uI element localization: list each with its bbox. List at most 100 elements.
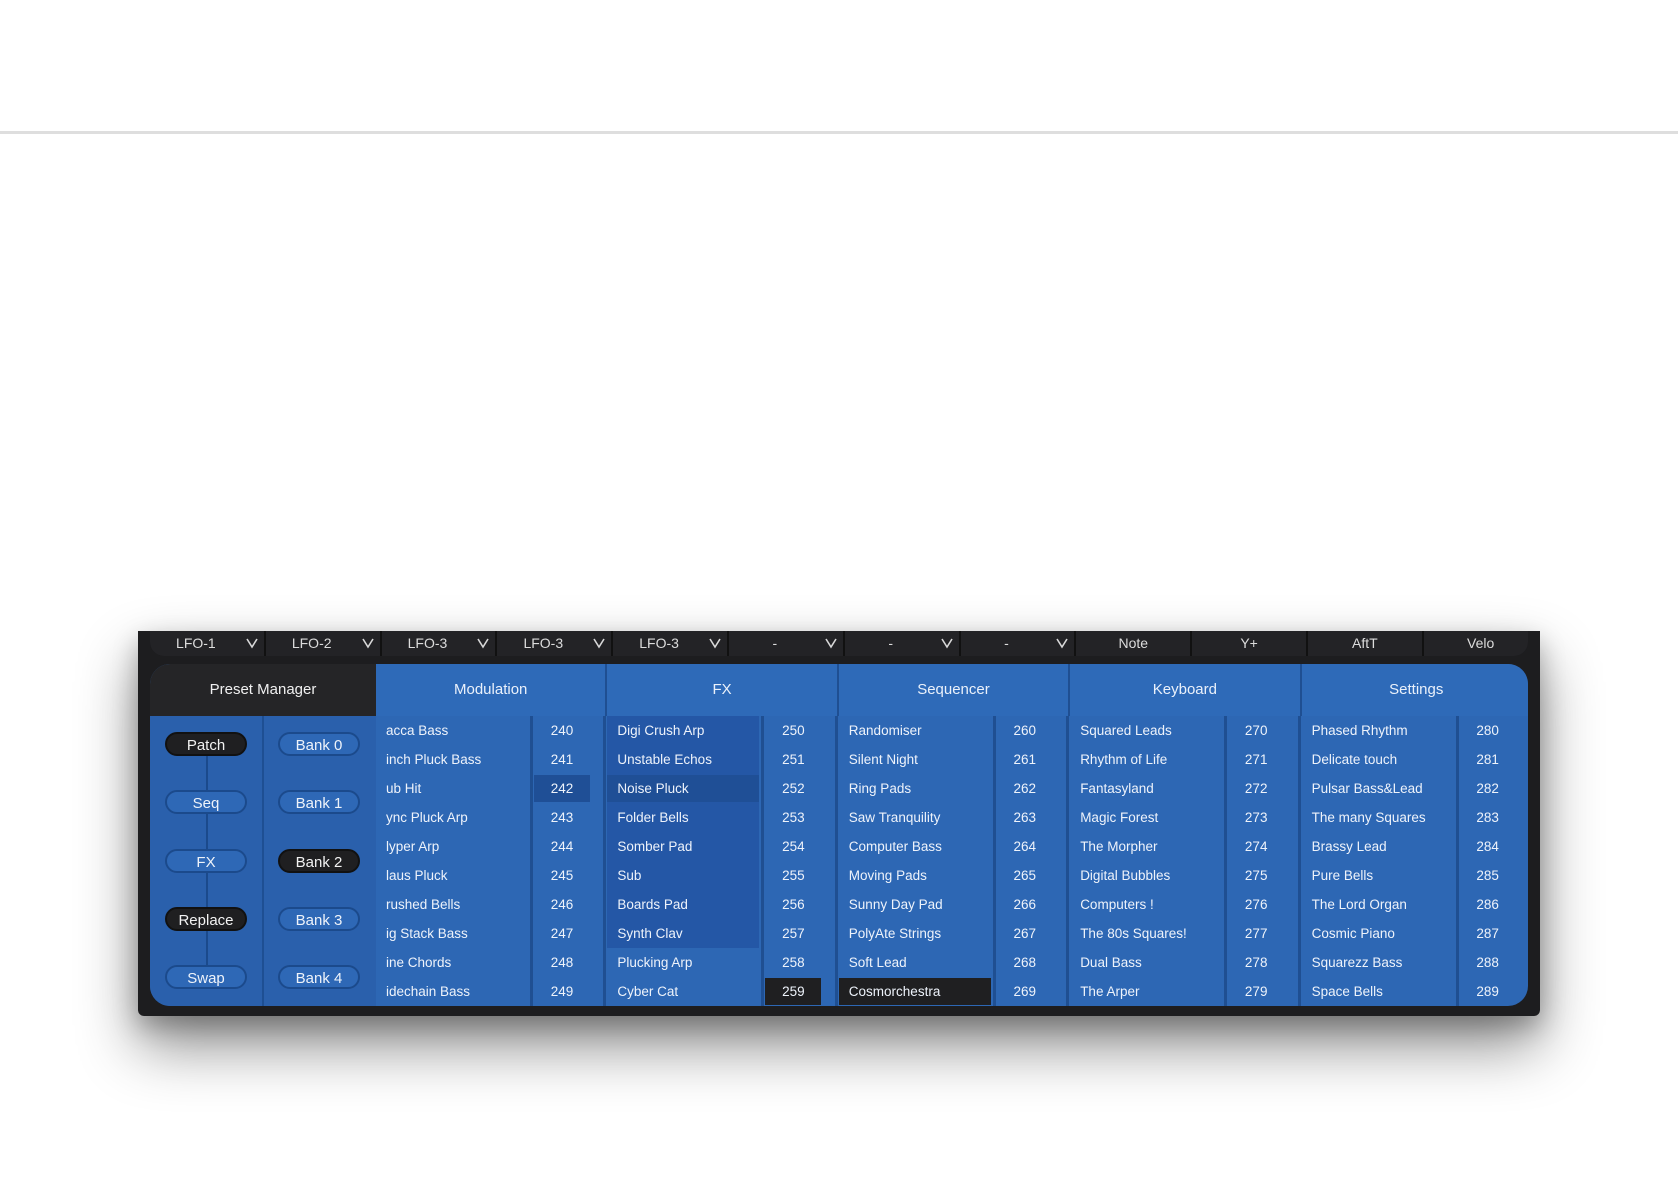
preset-name[interactable]: Dual Bass [1070, 949, 1222, 976]
preset-number[interactable]: 283 [1460, 804, 1516, 831]
preset-number[interactable]: 275 [1228, 862, 1284, 889]
preset-name[interactable]: The 80s Squares! [1070, 920, 1222, 947]
preset-number[interactable]: 257 [765, 920, 821, 947]
preset-number[interactable]: 284 [1460, 833, 1516, 860]
preset-name[interactable]: idechain Bass [376, 978, 528, 1005]
preset-name[interactable]: inch Pluck Bass [376, 746, 528, 773]
preset-name[interactable]: Phased Rhythm [1302, 717, 1454, 744]
preset-number[interactable]: 277 [1228, 920, 1284, 947]
preset-number[interactable]: 247 [534, 920, 590, 947]
bank-0-button[interactable]: Bank 0 [278, 732, 360, 756]
preset-name[interactable]: rushed Bells [376, 891, 528, 918]
mod-slot-12[interactable]: Velo [1423, 631, 1528, 656]
preset-number[interactable]: 282 [1460, 775, 1516, 802]
tab-sequencer[interactable]: Sequencer [838, 664, 1071, 716]
tab-modulation[interactable]: Modulation [376, 664, 608, 716]
tab-preset-manager[interactable]: Preset Manager [150, 664, 376, 716]
preset-number[interactable]: 245 [534, 862, 590, 889]
preset-name[interactable]: The Morpher [1070, 833, 1222, 860]
mod-slot-1[interactable]: LFO-1 [150, 631, 266, 656]
preset-name[interactable]: Squarezz Bass [1302, 949, 1454, 976]
preset-number[interactable]: 251 [765, 746, 821, 773]
mod-slot-2[interactable]: LFO-2 [265, 631, 382, 656]
preset-name[interactable]: Sub [607, 862, 759, 889]
preset-name[interactable]: Fantasyland [1070, 775, 1222, 802]
mod-slot-8[interactable]: - [960, 631, 1077, 656]
preset-number[interactable]: 255 [765, 862, 821, 889]
preset-number[interactable]: 268 [997, 949, 1053, 976]
tab-keyboard[interactable]: Keyboard [1070, 664, 1302, 716]
bank-1-button[interactable]: Bank 1 [278, 790, 360, 814]
preset-name[interactable]: Cosmorchestra [838, 978, 991, 1005]
preset-number[interactable]: 265 [997, 862, 1053, 889]
type-replace-button[interactable]: Replace [165, 907, 247, 931]
preset-number[interactable]: 271 [1228, 746, 1284, 773]
preset-number[interactable]: 253 [765, 804, 821, 831]
chevron-down-icon[interactable] [823, 631, 839, 656]
preset-number[interactable]: 270 [1228, 717, 1284, 744]
preset-number[interactable]: 256 [765, 891, 821, 918]
preset-name[interactable]: Boards Pad [607, 891, 759, 918]
preset-name[interactable]: Brassy Lead [1302, 833, 1454, 860]
preset-number[interactable]: 267 [997, 920, 1053, 947]
preset-number[interactable]: 250 [765, 717, 821, 744]
preset-number[interactable]: 273 [1228, 804, 1284, 831]
preset-name[interactable]: Folder Bells [607, 804, 759, 831]
preset-name[interactable]: Delicate touch [1302, 746, 1454, 773]
bank-2-button[interactable]: Bank 2 [278, 849, 360, 873]
preset-name[interactable]: Moving Pads [839, 862, 991, 889]
preset-number[interactable]: 263 [997, 804, 1053, 831]
preset-number[interactable]: 286 [1460, 891, 1516, 918]
mod-slot-6[interactable]: - [728, 631, 845, 656]
preset-number[interactable]: 259 [765, 978, 822, 1005]
preset-number[interactable]: 269 [997, 978, 1053, 1005]
preset-name[interactable]: Synth Clav [607, 920, 759, 947]
preset-name[interactable]: Ring Pads [839, 775, 991, 802]
preset-number[interactable]: 276 [1228, 891, 1284, 918]
preset-number[interactable]: 261 [997, 746, 1053, 773]
preset-number[interactable]: 258 [765, 949, 821, 976]
type-seq-button[interactable]: Seq [165, 790, 247, 814]
preset-name[interactable]: lyper Arp [376, 833, 528, 860]
preset-name[interactable]: Cyber Cat [607, 978, 759, 1005]
type-patch-button[interactable]: Patch [165, 732, 247, 756]
preset-number[interactable]: 274 [1228, 833, 1284, 860]
preset-number[interactable]: 244 [534, 833, 590, 860]
mod-slot-7[interactable]: - [844, 631, 961, 656]
preset-number[interactable]: 281 [1460, 746, 1516, 773]
preset-number[interactable]: 264 [997, 833, 1053, 860]
preset-number[interactable]: 279 [1228, 978, 1284, 1005]
preset-number[interactable]: 241 [534, 746, 590, 773]
bank-3-button[interactable]: Bank 3 [278, 907, 360, 931]
preset-number[interactable]: 246 [534, 891, 590, 918]
preset-name[interactable]: Silent Night [839, 746, 991, 773]
preset-name[interactable]: The many Squares [1302, 804, 1454, 831]
preset-name[interactable]: Unstable Echos [607, 746, 759, 773]
chevron-down-icon[interactable] [591, 631, 607, 656]
tab-fx[interactable]: FX [607, 664, 839, 716]
preset-name[interactable]: Noise Pluck [607, 775, 760, 802]
type-fx-button[interactable]: FX [165, 849, 247, 873]
preset-name[interactable]: Cosmic Piano [1302, 920, 1454, 947]
preset-number[interactable]: 289 [1460, 978, 1516, 1005]
preset-name[interactable]: Randomiser [839, 717, 991, 744]
mod-slot-5[interactable]: LFO-3 [613, 631, 729, 656]
mod-slot-4[interactable]: LFO-3 [497, 631, 614, 656]
chevron-down-icon[interactable] [244, 631, 260, 656]
preset-name[interactable]: Somber Pad [607, 833, 759, 860]
preset-name[interactable]: Computers ! [1070, 891, 1222, 918]
preset-number[interactable]: 266 [997, 891, 1053, 918]
chevron-down-icon[interactable] [939, 631, 955, 656]
preset-name[interactable]: Rhythm of Life [1070, 746, 1222, 773]
preset-number[interactable]: 252 [765, 775, 821, 802]
preset-number[interactable]: 260 [997, 717, 1053, 744]
preset-number[interactable]: 249 [534, 978, 590, 1005]
preset-name[interactable]: Saw Tranquility [839, 804, 991, 831]
preset-number[interactable]: 287 [1460, 920, 1516, 947]
preset-number[interactable]: 240 [534, 717, 590, 744]
preset-number[interactable]: 248 [534, 949, 590, 976]
chevron-down-icon[interactable] [707, 631, 723, 656]
preset-number[interactable]: 242 [534, 775, 590, 802]
preset-number[interactable]: 262 [997, 775, 1053, 802]
preset-name[interactable]: acca Bass [376, 717, 528, 744]
